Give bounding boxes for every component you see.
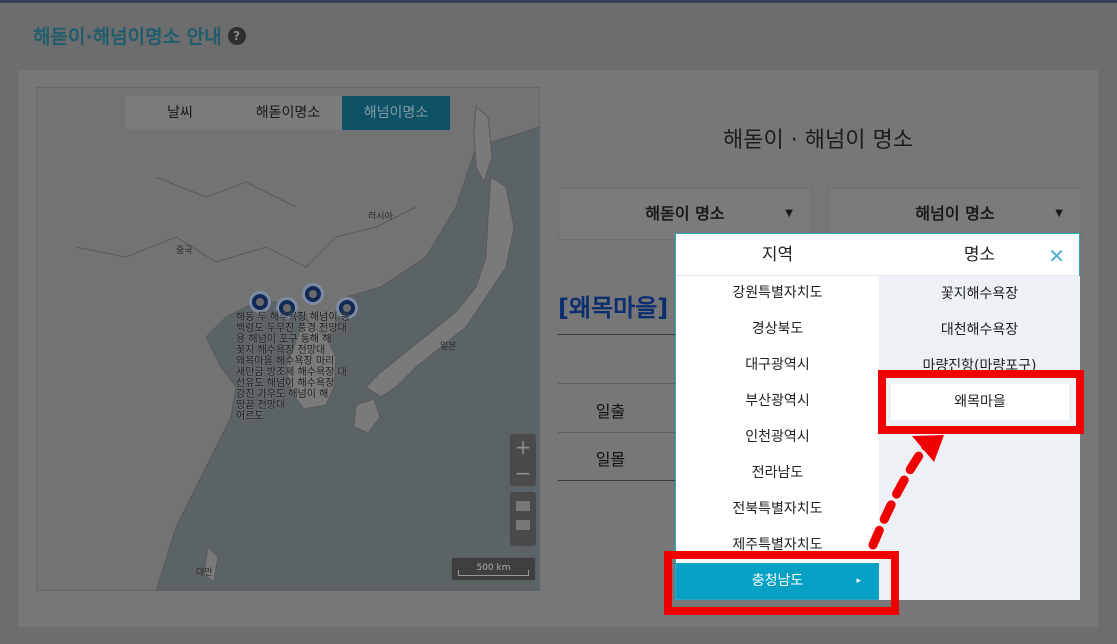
poi-label: 어르도 [236,411,264,422]
map-label-china: 중국 [176,246,193,256]
poi-label: 용 해넘이 포구 동해 해 [236,334,332,345]
region-item[interactable]: 부산광역시 [676,383,879,419]
map-label-japan: 일본 [440,342,457,352]
place-item[interactable]: 대천해수욕장 [879,312,1080,348]
map-view[interactable]: 날씨 해돋이명소 해넘이명소 러시아 중국 일본 대만 해동 두 해수욕장 해넘… [36,87,540,591]
help-icon[interactable]: ? [227,26,246,45]
region-item[interactable]: 강원특별자치도 [676,275,879,311]
place-list: 꽃지해수욕장 대천해수욕장 마량진항(마량포구) 왜목마을 [879,276,1080,600]
region-item[interactable]: 전라남도 [676,455,879,491]
map-layer-control[interactable] [510,492,536,546]
map-marker[interactable] [249,291,271,313]
zoom-control: + − [510,434,536,486]
table-bottom-border [558,480,678,481]
tab-sunrise-spots[interactable]: 해돋이명소 [234,96,342,130]
region-item[interactable]: 대구광역시 [676,347,879,383]
poi-label: 왜목마을 해수욕장 마리 [236,356,335,367]
map-tab-bar: 날씨 해돋이명소 해넘이명소 [126,96,450,130]
place-item[interactable]: 꽃지해수욕장 [879,276,1080,312]
sunrise-dropdown-label: 해돋이 명소 [645,204,725,223]
tab-weather[interactable]: 날씨 [126,96,234,130]
page-title: 해돋이·해넘이명소 안내 ? [33,22,246,49]
map-marker[interactable] [302,283,324,305]
sunset-row-label: 일몰 [595,450,626,469]
table-divider [558,432,678,433]
zoom-out-button[interactable]: − [510,460,536,486]
annotation-box-region [664,551,899,615]
chevron-down-icon: ▼ [1055,208,1063,219]
chevron-down-icon: ▼ [785,208,793,219]
region-column-header: 지역 [761,245,794,265]
poi-label: 새만금 방조제 해수욕장 대 [236,367,347,378]
region-item[interactable]: 전북특별자치도 [676,491,879,527]
poi-label: 해동 두 해수욕장 해넘이 동 [236,312,350,323]
close-icon[interactable]: ✕ [1048,244,1065,268]
poi-label-cluster: 해동 두 해수욕장 해넘이 동 백령도 두무진 풍경 전망대 용 해넘이 포구 … [236,312,396,427]
section-heading: 해돋이 · 해넘이 명소 [723,128,913,153]
poi-label: 선유도 해넘이 해수욕장 [236,378,335,389]
region-item[interactable]: 인천광역시 [676,419,879,455]
poi-label: 땅끝 전망대 [236,400,286,411]
sunrise-row-label: 일출 [595,402,626,421]
place-title: [왜목마을] [558,294,669,322]
annotation-box-place [878,370,1084,434]
table-top-border [558,334,678,335]
region-item[interactable]: 경상북도 [676,311,879,347]
poi-label: 백령도 두무진 풍경 전망대 [236,323,347,334]
tab-sunset-spots[interactable]: 해넘이명소 [342,96,450,130]
zoom-in-button[interactable]: + [510,434,536,460]
map-label-taiwan: 대만 [196,568,213,578]
map-label-russia: 러시아 [368,212,393,222]
ruler-icon [516,501,530,511]
table-divider [558,383,678,384]
poi-label: 꽃지 해수욕장 전망대 [236,345,326,356]
page-title-text: 해돋이·해넘이명소 안내 [33,26,222,48]
sunset-dropdown-label: 해넘이 명소 [915,204,995,223]
layers-icon [516,520,530,530]
map-scale-bar: 500 km [451,557,536,581]
top-bar [0,0,1117,3]
poi-label: 강진 가우도 해넘이 해 [236,389,329,400]
